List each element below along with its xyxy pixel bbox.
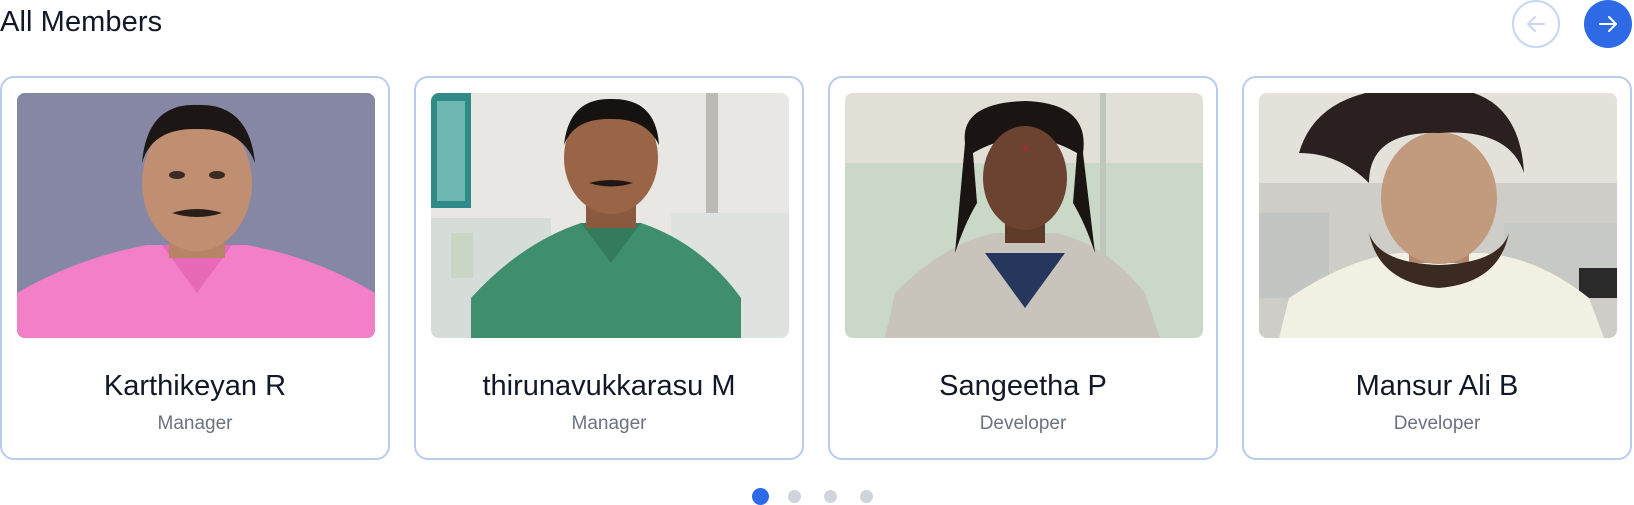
member-role: Manager bbox=[571, 413, 647, 434]
member-name: Mansur Ali B bbox=[1355, 370, 1519, 402]
pagination-dot[interactable] bbox=[824, 489, 837, 503]
member-role: Manager bbox=[157, 413, 233, 434]
member-card[interactable]: Sangeetha P Developer bbox=[828, 76, 1218, 460]
member-cards-carousel: Karthikeyan R Manager thirunavukkarasu M bbox=[0, 76, 1634, 462]
member-photo bbox=[431, 93, 789, 338]
member-name: thirunavukkarasu M bbox=[482, 370, 736, 402]
member-name: Karthikeyan R bbox=[103, 370, 287, 402]
member-card[interactable]: Karthikeyan R Manager bbox=[0, 76, 390, 460]
member-card[interactable]: Mansur Ali B Developer bbox=[1242, 76, 1632, 460]
pagination-dot[interactable] bbox=[860, 489, 873, 503]
member-role: Developer bbox=[979, 413, 1067, 434]
member-photo bbox=[1259, 93, 1617, 338]
section-title: All Members bbox=[0, 6, 163, 38]
carousel-prev-button[interactable] bbox=[1512, 0, 1560, 48]
carousel-next-button[interactable] bbox=[1584, 0, 1632, 48]
members-header: All Members bbox=[0, 0, 1634, 60]
arrow-right-icon bbox=[1599, 16, 1617, 32]
member-photo bbox=[845, 93, 1203, 338]
arrow-left-icon bbox=[1527, 16, 1545, 32]
member-card[interactable]: thirunavukkarasu M Manager bbox=[414, 76, 804, 460]
member-name: Sangeetha P bbox=[939, 370, 1107, 402]
pagination-dot-active[interactable] bbox=[752, 487, 769, 505]
pagination-dot[interactable] bbox=[788, 489, 801, 503]
member-photo bbox=[17, 93, 375, 338]
carousel-pagination bbox=[752, 487, 873, 505]
member-role: Developer bbox=[1393, 413, 1481, 434]
